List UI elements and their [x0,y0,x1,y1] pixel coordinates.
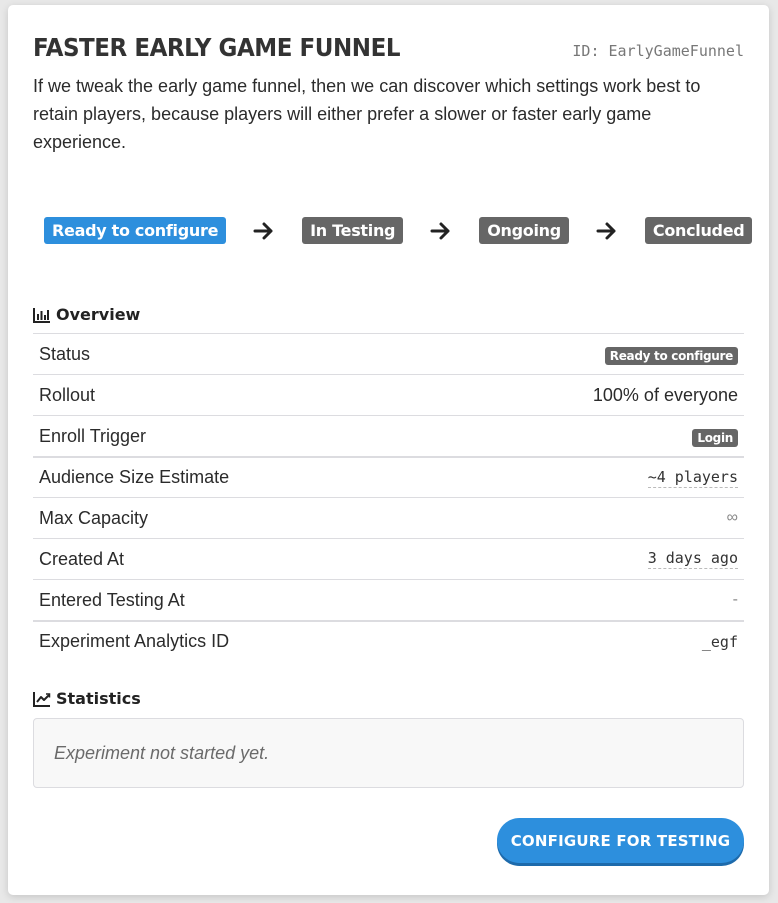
overview-table: Status Ready to configure Rollout 100% o… [33,333,744,661]
stage-in-testing: In Testing [302,217,404,244]
experiment-id: ID: EarlyGameFunnel [572,42,744,60]
overview-heading: Overview [33,305,140,324]
statistics-empty-state: Experiment not started yet. [33,718,744,788]
overview-title: Overview [56,305,141,324]
max-capacity-value: ∞ [726,509,738,526]
audience-size-value[interactable]: ~4 players [647,468,738,488]
stage-ready-to-configure: Ready to configure [44,217,227,244]
table-row-entered-testing: Entered Testing At - [33,579,744,620]
row-label: Max Capacity [39,507,149,528]
row-label: Enroll Trigger [39,425,147,446]
arrow-right-icon [569,221,645,241]
line-chart-icon [33,691,51,707]
status-badge: Ready to configure [604,346,738,365]
row-label: Created At [39,548,125,569]
table-row-status: Status Ready to configure [33,333,744,374]
table-row-max-capacity: Max Capacity ∞ [33,497,744,538]
bar-chart-icon [33,307,51,323]
experiment-title: FASTER EARLY GAME FUNNEL [33,33,401,62]
trigger-badge: Login [692,428,738,447]
statistics-heading: Statistics [33,689,141,708]
stage-ongoing: Ongoing [479,217,569,244]
table-row-enroll-trigger: Enroll Trigger Login [33,415,744,456]
row-label: Rollout [39,384,96,405]
row-label: Experiment Analytics ID [39,631,230,651]
configure-for-testing-button[interactable]: CONFIGURE FOR TESTING [497,818,744,863]
stage-concluded: Concluded [644,217,753,244]
table-row-analytics-id: Experiment Analytics ID _egf [33,620,744,661]
table-row-audience-size: Audience Size Estimate ~4 players [33,456,744,497]
arrow-right-icon [403,221,479,241]
table-row-created-at: Created At 3 days ago [33,538,744,579]
experiment-header: FASTER EARLY GAME FUNNEL ID: EarlyGameFu… [33,33,744,62]
table-row-rollout: Rollout 100% of everyone [33,374,744,415]
created-at-value[interactable]: 3 days ago [647,549,738,569]
analytics-id-value: _egf [701,632,738,651]
row-label: Entered Testing At [39,589,185,610]
row-label: Status [39,343,91,364]
entered-testing-value: - [732,591,738,608]
stage-pipeline: Ready to configure In Testing Ongoing Co… [44,217,753,244]
arrow-right-icon [226,221,302,241]
rollout-value: 100% of everyone [592,384,738,405]
statistics-title: Statistics [56,689,141,708]
experiment-card: FASTER EARLY GAME FUNNEL ID: EarlyGameFu… [8,5,769,895]
experiment-hypothesis: If we tweak the early game funnel, then … [33,76,701,152]
row-label: Audience Size Estimate [39,467,230,487]
